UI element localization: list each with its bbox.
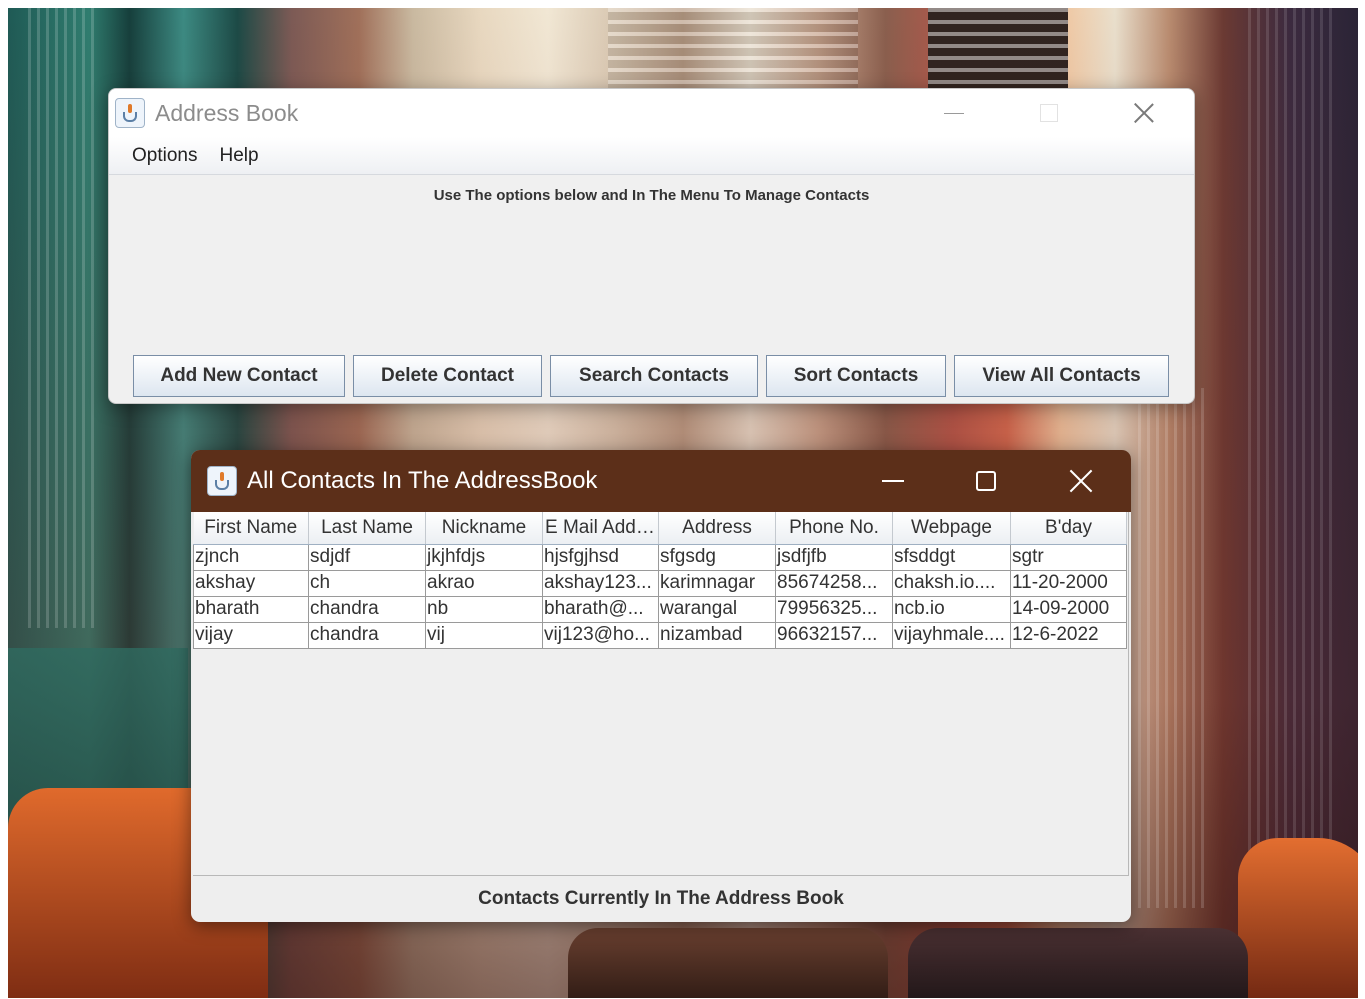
table-cell[interactable]: nizambad <box>658 621 776 649</box>
table-cell[interactable]: vijayhmale.... <box>892 621 1011 649</box>
maximize-button[interactable] <box>1019 89 1079 137</box>
minimize-button[interactable] <box>863 450 923 512</box>
column-header-webpage[interactable]: Webpage <box>892 512 1011 545</box>
java-app-icon <box>115 98 145 128</box>
column-header-phone[interactable]: Phone No. <box>775 512 893 545</box>
table-cell[interactable]: bharath@... <box>542 595 659 623</box>
wallpaper-building <box>928 8 1068 88</box>
close-icon <box>1069 469 1093 493</box>
table-row[interactable]: vijay chandra vij vij123@ho... nizambad … <box>193 621 1127 649</box>
java-app-icon <box>207 466 237 496</box>
address-book-titlebar[interactable]: Address Book <box>109 89 1194 137</box>
table-cell[interactable]: bharath <box>193 595 309 623</box>
table-cell[interactable]: 11-20-2000 <box>1010 569 1127 597</box>
column-header-first-name[interactable]: First Name <box>193 512 309 545</box>
close-button[interactable] <box>1114 89 1174 137</box>
table-cell[interactable]: 85674258... <box>775 569 893 597</box>
table-cell[interactable]: vij <box>425 621 543 649</box>
table-cell[interactable]: sfsddgt <box>892 543 1011 571</box>
table-row[interactable]: zjnch sdjdf jkjhfdjs hjsfgjhsd sfgsdg js… <box>193 543 1127 571</box>
contacts-table: First Name Last Name Nickname E Mail Add… <box>193 512 1127 649</box>
table-cell[interactable]: jsdfjfb <box>775 543 893 571</box>
wallpaper-building <box>1138 388 1208 908</box>
table-cell[interactable]: sdjdf <box>308 543 426 571</box>
column-header-nickname[interactable]: Nickname <box>425 512 543 545</box>
wallpaper-car <box>908 928 1248 998</box>
all-contacts-window: All Contacts In The AddressBook First Na… <box>191 450 1131 922</box>
add-new-contact-button[interactable]: Add New Contact <box>133 355 345 397</box>
window-title: Address Book <box>155 99 299 126</box>
table-header-row: First Name Last Name Nickname E Mail Add… <box>193 512 1127 545</box>
table-cell[interactable]: hjsfgjhsd <box>542 543 659 571</box>
table-cell[interactable]: chandra <box>308 621 426 649</box>
table-cell[interactable]: karimnagar <box>658 569 776 597</box>
minimize-icon <box>882 480 904 482</box>
table-cell[interactable]: 14-09-2000 <box>1010 595 1127 623</box>
delete-contact-button[interactable]: Delete Contact <box>353 355 542 397</box>
wallpaper-car <box>568 928 888 998</box>
table-cell[interactable]: zjnch <box>193 543 309 571</box>
table-cell[interactable]: vij123@ho... <box>542 621 659 649</box>
column-header-address[interactable]: Address <box>658 512 776 545</box>
minimize-button[interactable] <box>924 89 984 137</box>
wallpaper-car <box>1238 838 1358 998</box>
all-contacts-titlebar[interactable]: All Contacts In The AddressBook <box>191 450 1131 512</box>
column-header-birthday[interactable]: B'day <box>1010 512 1127 545</box>
table-cell[interactable]: akrao <box>425 569 543 597</box>
table-cell[interactable]: akshay <box>193 569 309 597</box>
table-cell[interactable]: ncb.io <box>892 595 1011 623</box>
table-cell[interactable]: jkjhfdjs <box>425 543 543 571</box>
table-row[interactable]: akshay ch akrao akshay123... karimnagar … <box>193 569 1127 597</box>
table-cell[interactable]: nb <box>425 595 543 623</box>
table-cell[interactable]: 12-6-2022 <box>1010 621 1127 649</box>
table-cell[interactable]: ch <box>308 569 426 597</box>
wallpaper-building <box>608 8 858 88</box>
menu-bar: Options Help <box>109 137 1194 175</box>
table-cell[interactable]: warangal <box>658 595 776 623</box>
view-all-contacts-button[interactable]: View All Contacts <box>954 355 1169 397</box>
menu-help[interactable]: Help <box>219 145 258 167</box>
menu-options[interactable]: Options <box>132 145 197 167</box>
minimize-icon <box>944 112 964 114</box>
wallpaper-building <box>1248 8 1338 908</box>
contacts-footer-label: Contacts Currently In The Address Book <box>478 888 844 909</box>
table-cell[interactable]: 96632157... <box>775 621 893 649</box>
wallpaper-building <box>28 8 98 628</box>
maximize-icon <box>1040 104 1058 122</box>
close-button[interactable] <box>1051 450 1111 512</box>
table-row[interactable]: bharath chandra nb bharath@... warangal … <box>193 595 1127 623</box>
table-cell[interactable]: sgtr <box>1010 543 1127 571</box>
sort-contacts-button[interactable]: Sort Contacts <box>766 355 946 397</box>
maximize-button[interactable] <box>956 450 1016 512</box>
close-icon <box>1133 102 1155 124</box>
contacts-table-viewport[interactable]: First Name Last Name Nickname E Mail Add… <box>193 512 1129 876</box>
table-cell[interactable]: chaksh.io.... <box>892 569 1011 597</box>
window-title: All Contacts In The AddressBook <box>247 467 598 494</box>
table-cell[interactable]: 79956325... <box>775 595 893 623</box>
column-header-last-name[interactable]: Last Name <box>308 512 426 545</box>
maximize-icon <box>976 471 996 491</box>
address-book-window: Address Book Options Help Use The option… <box>108 88 1195 404</box>
instructions-label: Use The options below and In The Menu To… <box>433 187 870 204</box>
table-cell[interactable]: akshay123... <box>542 569 659 597</box>
table-cell[interactable]: vijay <box>193 621 309 649</box>
search-contacts-button[interactable]: Search Contacts <box>550 355 758 397</box>
column-header-email[interactable]: E Mail Addr... <box>542 512 659 545</box>
table-cell[interactable]: sfgsdg <box>658 543 776 571</box>
table-cell[interactable]: chandra <box>308 595 426 623</box>
